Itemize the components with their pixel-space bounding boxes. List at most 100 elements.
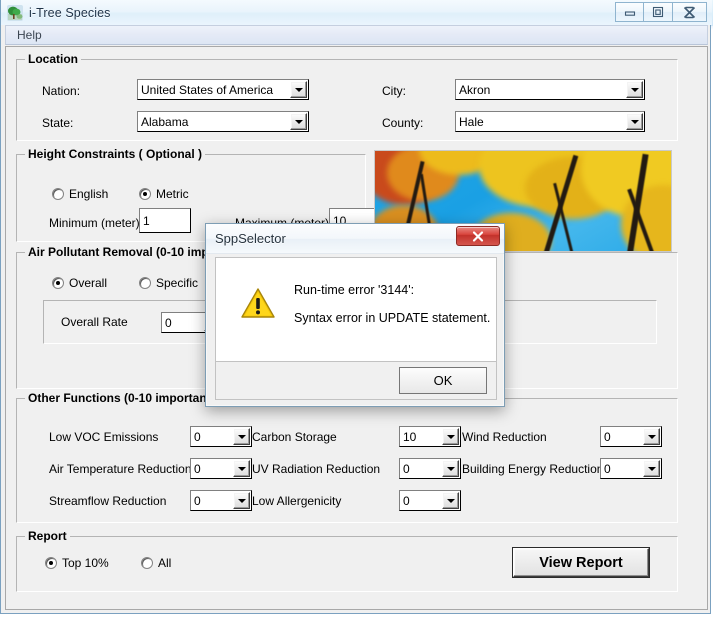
height-constraints-title: Height Constraints ( Optional ): [25, 147, 205, 161]
window-controls: [615, 2, 707, 22]
other-function-label: Carbon Storage: [252, 430, 337, 444]
chevron-down-icon[interactable]: [233, 492, 250, 509]
chevron-down-icon[interactable]: [643, 428, 660, 445]
other-function-label: Low VOC Emissions: [49, 430, 159, 444]
building-energy-reduction-combobox[interactable]: 0: [600, 458, 662, 479]
state-combobox[interactable]: Alabama: [137, 111, 309, 132]
radio-metric-label: Metric: [156, 187, 189, 201]
nation-combobox[interactable]: United States of America: [137, 79, 309, 100]
low-allergenicity-combobox[interactable]: 0: [399, 490, 461, 511]
city-value: Akron: [456, 80, 626, 99]
chevron-down-icon[interactable]: [626, 81, 643, 98]
close-button[interactable]: [673, 2, 707, 22]
close-icon: [472, 230, 484, 242]
other-function-value: 0: [191, 459, 233, 478]
restore-icon: [652, 6, 664, 18]
radio-specific[interactable]: Specific: [139, 276, 198, 290]
other-functions-group: Other Functions (0-10 importance scale) …: [16, 391, 678, 523]
chevron-down-icon[interactable]: [442, 428, 459, 445]
dialog-footer: OK: [215, 362, 497, 400]
radio-specific-label: Specific: [156, 276, 199, 290]
radio-english[interactable]: English: [52, 187, 108, 201]
wind-reduction-combobox[interactable]: 0: [600, 426, 662, 447]
location-group-title: Location: [25, 52, 81, 66]
nation-value: United States of America: [138, 80, 290, 99]
tree-icon: [7, 4, 23, 21]
other-function-value: 0: [601, 459, 643, 478]
minimum-input[interactable]: 1: [139, 208, 191, 233]
radio-metric[interactable]: Metric: [139, 187, 189, 201]
county-combobox[interactable]: Hale: [455, 111, 645, 132]
dialog-message-line-1: Run-time error '3144':: [294, 283, 415, 297]
radio-indicator: [139, 277, 151, 289]
other-function-value: 0: [191, 427, 233, 446]
other-function-label: Wind Reduction: [462, 430, 547, 444]
county-value: Hale: [456, 112, 626, 131]
radio-indicator: [52, 188, 64, 200]
overall-rate-value: 0: [162, 313, 204, 332]
radio-overall-label: Overall: [69, 276, 108, 290]
report-group-title: Report: [25, 529, 70, 543]
radio-all[interactable]: All: [141, 556, 171, 570]
radio-english-label: English: [69, 187, 109, 201]
streamflow-reduction-combobox[interactable]: 0: [190, 490, 252, 511]
location-group: Location Nation: United States of Americ…: [16, 52, 678, 141]
chevron-down-icon[interactable]: [290, 81, 307, 98]
radio-indicator: [139, 188, 151, 200]
report-group: Report Top 10% All View Report: [16, 529, 678, 592]
county-label: County:: [382, 116, 424, 130]
chevron-down-icon[interactable]: [233, 460, 250, 477]
other-function-value: 10: [400, 427, 442, 446]
air-temperature-reduction-combobox[interactable]: 0: [190, 458, 252, 479]
chevron-down-icon[interactable]: [643, 460, 660, 477]
dialog-title-bar[interactable]: SppSelector: [206, 224, 504, 254]
restore-button[interactable]: [644, 2, 673, 22]
error-dialog: SppSelector Run-time error '3144': Synta…: [205, 223, 505, 407]
carbon-storage-combobox[interactable]: 10: [399, 426, 461, 447]
chevron-down-icon[interactable]: [290, 113, 307, 130]
state-value: Alabama: [138, 112, 290, 131]
radio-indicator: [52, 277, 64, 289]
dialog-ok-button[interactable]: OK: [399, 367, 487, 394]
window-title: i-Tree Species: [29, 5, 111, 20]
other-function-label: Low Allergenicity: [252, 494, 342, 508]
other-function-value: 0: [400, 459, 442, 478]
low-voc-emissions-combobox[interactable]: 0: [190, 426, 252, 447]
minimize-icon: [624, 11, 635, 16]
other-function-value: 0: [400, 491, 442, 510]
other-function-label: UV Radiation Reduction: [252, 462, 381, 476]
chevron-down-icon[interactable]: [233, 428, 250, 445]
chevron-down-icon[interactable]: [442, 492, 459, 509]
overall-rate-label: Overall Rate: [61, 315, 128, 329]
state-label: State:: [42, 116, 74, 130]
dialog-message-area: Run-time error '3144': Syntax error in U…: [215, 257, 497, 362]
radio-overall[interactable]: Overall: [52, 276, 107, 290]
radio-top-10-percent-label: Top 10%: [62, 556, 109, 570]
dialog-message-line-2: Syntax error in UPDATE statement.: [294, 311, 491, 325]
menu-item-help[interactable]: Help: [9, 27, 50, 44]
other-function-label: Streamflow Reduction: [49, 494, 167, 508]
view-report-button[interactable]: View Report: [513, 548, 649, 577]
radio-all-label: All: [158, 556, 172, 570]
other-function-label: Building Energy Reduction: [462, 462, 604, 476]
other-function-label: Air Temperature Reduction: [49, 462, 192, 476]
other-function-value: 0: [191, 491, 233, 510]
chevron-down-icon[interactable]: [626, 113, 643, 130]
dialog-close-button[interactable]: [456, 226, 500, 246]
radio-top-10-percent[interactable]: Top 10%: [45, 556, 109, 570]
nation-label: Nation:: [42, 84, 81, 98]
warning-icon: [241, 287, 275, 319]
radio-indicator: [45, 557, 57, 569]
city-combobox[interactable]: Akron: [455, 79, 645, 100]
dialog-title: SppSelector: [215, 231, 286, 246]
chevron-down-icon[interactable]: [442, 460, 459, 477]
other-function-value: 0: [601, 427, 643, 446]
title-bar[interactable]: i-Tree Species: [1, 0, 712, 25]
menu-bar: Help: [5, 25, 708, 45]
city-label: City:: [382, 84, 406, 98]
radio-indicator: [141, 557, 153, 569]
minimum-label: Minimum (meter):: [49, 216, 144, 230]
uv-radiation-reduction-combobox[interactable]: 0: [399, 458, 461, 479]
minimize-button[interactable]: [615, 2, 644, 22]
close-icon: [683, 6, 696, 18]
